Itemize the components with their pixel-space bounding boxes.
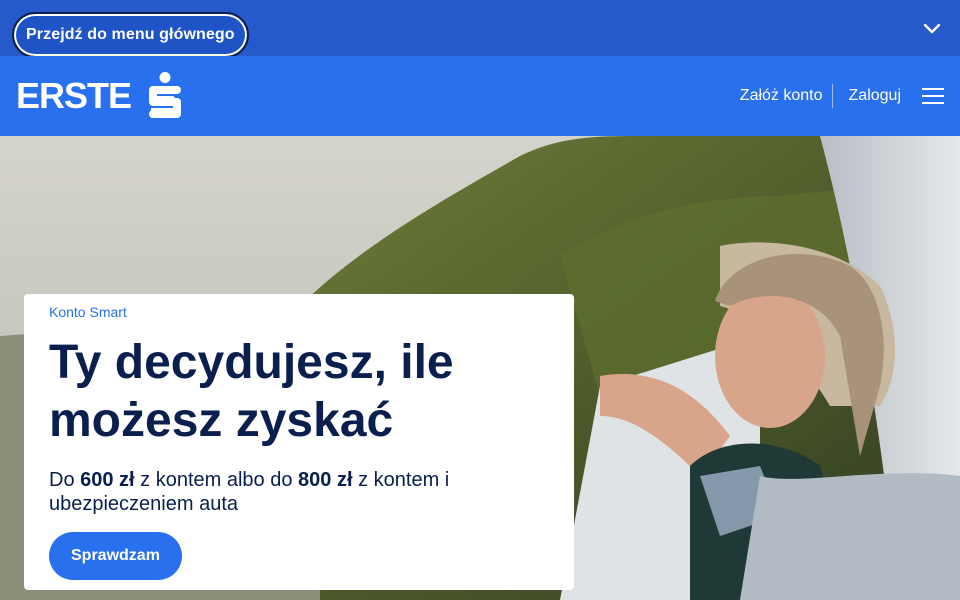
hero-description: Do 600 zł z kontem albo do 800 zł z kont…	[49, 468, 519, 516]
site-header: ERSTE Załóż konto Zaloguj	[0, 56, 960, 136]
check-offer-button[interactable]: Sprawdzam	[49, 532, 182, 580]
top-utility-bar: Przejdź do menu głównego	[0, 0, 960, 58]
amount-account: 600 zł	[80, 469, 135, 491]
open-account-link[interactable]: Załóż konto	[740, 87, 823, 105]
hero-headline: Ty decydujesz, ile możesz zyskać	[49, 336, 454, 447]
desc-text: Do	[49, 469, 81, 491]
erste-logo[interactable]: ERSTE	[16, 72, 185, 120]
erste-s-logo-icon	[149, 72, 182, 118]
product-eyebrow: Konto Smart	[49, 304, 127, 320]
hamburger-menu-icon[interactable]	[922, 87, 944, 105]
login-link[interactable]: Zaloguj	[849, 87, 901, 105]
header-actions: Załóż konto Zaloguj	[740, 56, 944, 136]
logo-wordmark: ERSTE	[16, 75, 132, 116]
skip-to-main-menu-link[interactable]: Przejdź do menu głównego	[12, 12, 249, 58]
chevron-down-icon[interactable]	[922, 18, 942, 38]
desc-text: z kontem albo do	[134, 469, 299, 491]
nav-divider	[831, 84, 833, 108]
promo-card: Konto Smart Ty decydujesz, ile możesz zy…	[24, 294, 574, 590]
amount-account-insurance: 800 zł	[298, 469, 353, 491]
